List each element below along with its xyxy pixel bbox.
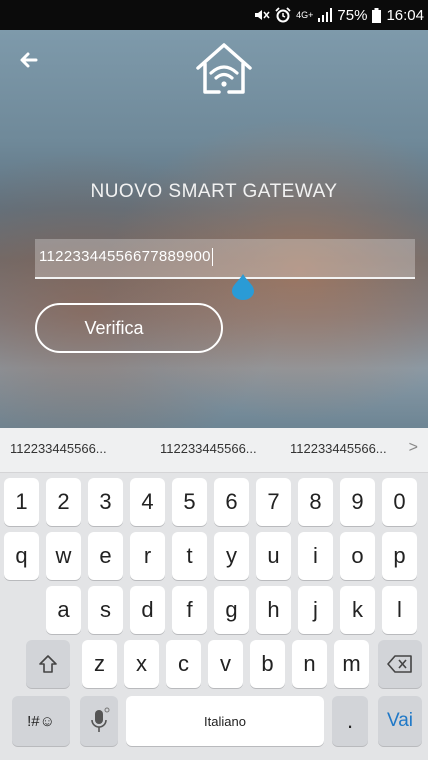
battery-percent: 75% xyxy=(337,6,368,24)
suggestion-2[interactable]: 112233445566... xyxy=(160,441,257,456)
key-9[interactable]: 9 xyxy=(340,478,375,526)
key-k[interactable]: k xyxy=(340,586,375,634)
key-e[interactable]: e xyxy=(88,532,123,580)
key-1[interactable]: 1 xyxy=(4,478,39,526)
arrow-left-icon xyxy=(20,52,38,68)
mute-icon xyxy=(254,8,270,22)
key-4[interactable]: 4 xyxy=(130,478,165,526)
soft-keyboard: 112233445566... 112233445566... 11223344… xyxy=(0,428,428,760)
space-key[interactable]: Italiano xyxy=(126,696,324,746)
suggestion-expand-icon[interactable]: > xyxy=(409,439,418,457)
gateway-code-value: 11223344556677889900 xyxy=(39,248,211,265)
key-j[interactable]: j xyxy=(298,586,333,634)
period-key[interactable]: . xyxy=(332,696,368,746)
key-a[interactable]: a xyxy=(46,586,81,634)
key-t[interactable]: t xyxy=(172,532,207,580)
key-3[interactable]: 3 xyxy=(88,478,123,526)
battery-icon xyxy=(372,7,382,23)
page-title: NUOVO SMART GATEWAY xyxy=(90,181,338,202)
key-n[interactable]: n xyxy=(292,640,327,688)
app-screen: NUOVO SMART GATEWAY 11223344556677889900… xyxy=(0,30,428,428)
key-v[interactable]: v xyxy=(208,640,243,688)
key-s[interactable]: s xyxy=(88,586,123,634)
key-p[interactable]: p xyxy=(382,532,417,580)
symbols-key[interactable]: !#☺ xyxy=(12,696,70,746)
key-d[interactable]: d xyxy=(130,586,165,634)
gateway-code-field[interactable]: 11223344556677889900 xyxy=(35,239,415,279)
key-f[interactable]: f xyxy=(172,586,207,634)
key-i[interactable]: i xyxy=(298,532,333,580)
key-l[interactable]: l xyxy=(382,586,417,634)
key-2[interactable]: 2 xyxy=(46,478,81,526)
key-z[interactable]: z xyxy=(82,640,117,688)
shift-icon xyxy=(39,655,57,673)
key-0[interactable]: 0 xyxy=(382,478,417,526)
key-r[interactable]: r xyxy=(130,532,165,580)
go-key[interactable]: Vai xyxy=(378,696,422,746)
suggestion-bar: 112233445566... 112233445566... 11223344… xyxy=(0,428,428,473)
smart-home-wifi-icon xyxy=(196,43,252,94)
signal-icon xyxy=(318,8,333,22)
back-button[interactable] xyxy=(16,48,42,72)
key-b[interactable]: b xyxy=(250,640,285,688)
key-8[interactable]: 8 xyxy=(298,478,333,526)
key-q[interactable]: q xyxy=(4,532,39,580)
key-7[interactable]: 7 xyxy=(256,478,291,526)
key-m[interactable]: m xyxy=(334,640,369,688)
gateway-code-input[interactable]: 11223344556677889900 xyxy=(39,248,213,267)
status-bar: 4G+ 75% 16:04 xyxy=(0,0,428,30)
key-h[interactable]: h xyxy=(256,586,291,634)
key-u[interactable]: u xyxy=(256,532,291,580)
verify-button[interactable]: Verifica xyxy=(35,303,223,353)
key-w[interactable]: w xyxy=(46,532,81,580)
clock: 16:04 xyxy=(386,6,424,24)
alarm-icon xyxy=(275,7,291,23)
microphone-icon xyxy=(91,707,110,732)
backspace-icon xyxy=(387,655,412,673)
text-caret xyxy=(211,248,213,267)
backspace-key[interactable] xyxy=(378,640,422,688)
key-g[interactable]: g xyxy=(214,586,249,634)
key-o[interactable]: o xyxy=(340,532,375,580)
key-6[interactable]: 6 xyxy=(214,478,249,526)
network-type: 4G+ xyxy=(296,10,314,20)
suggestion-3[interactable]: 112233445566... xyxy=(290,441,387,456)
shift-key[interactable] xyxy=(26,640,70,688)
suggestion-1[interactable]: 112233445566... xyxy=(10,441,107,456)
cursor-handle-icon[interactable] xyxy=(231,274,255,300)
key-c[interactable]: c xyxy=(166,640,201,688)
voice-input-key[interactable] xyxy=(80,696,118,746)
key-5[interactable]: 5 xyxy=(172,478,207,526)
key-x[interactable]: x xyxy=(124,640,159,688)
key-y[interactable]: y xyxy=(214,532,249,580)
